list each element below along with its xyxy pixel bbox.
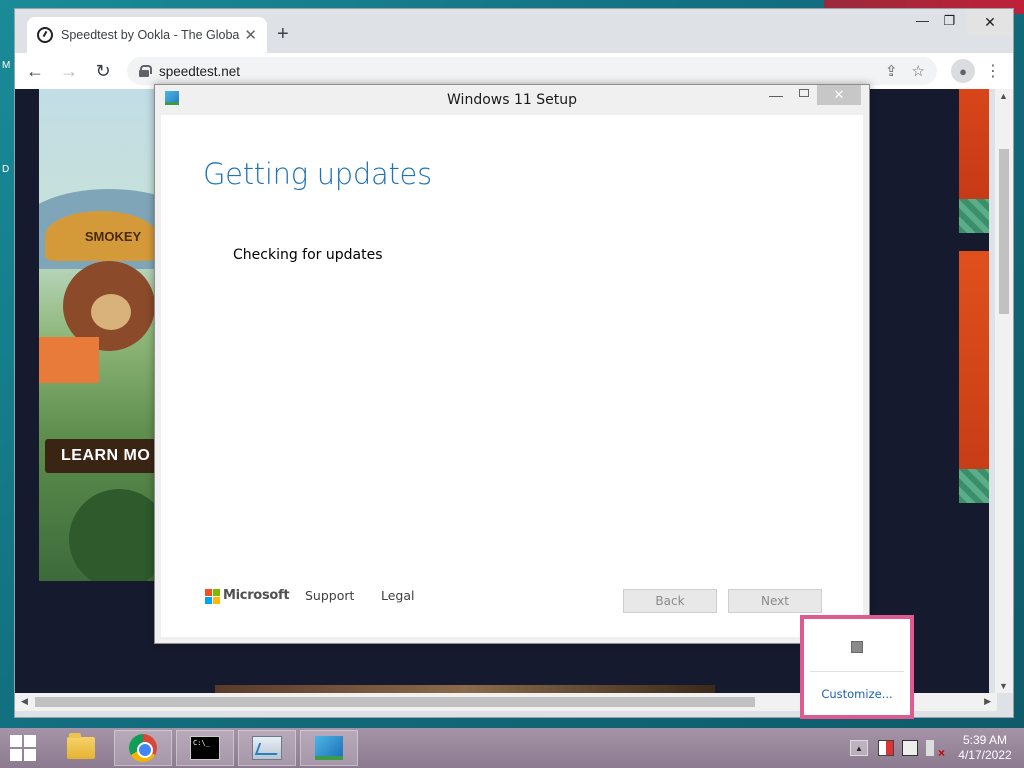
scroll-up-icon[interactable]: ▲ bbox=[999, 91, 1008, 101]
minimize-button[interactable]: — bbox=[916, 13, 929, 28]
clock-time: 5:39 AM bbox=[962, 733, 1008, 747]
setup-content: Getting updates Checking for updates Mic… bbox=[161, 115, 863, 637]
start-button[interactable] bbox=[8, 734, 38, 762]
desktop-icon-label-d: D bbox=[2, 164, 10, 175]
learn-more-button[interactable]: LEARN MO bbox=[45, 439, 157, 473]
maximize-button[interactable]: ❐ bbox=[943, 13, 955, 29]
tray-hidden-icons bbox=[810, 623, 904, 671]
new-tab-button[interactable]: + bbox=[277, 23, 289, 46]
address-bar[interactable]: speedtest.net ⇪ ☆ bbox=[127, 57, 937, 85]
back-arrow-icon[interactable]: ← bbox=[21, 57, 49, 85]
scroll-right-icon[interactable]: ▶ bbox=[984, 696, 991, 707]
setup-window-title: Windows 11 Setup bbox=[447, 92, 577, 108]
speedtest-favicon-icon bbox=[37, 27, 53, 43]
setup-minimize-button[interactable]: — bbox=[769, 87, 783, 103]
page-bottom-image bbox=[215, 685, 715, 693]
windows-11-setup-dialog: Windows 11 Setup — ✕ Getting updates Che… bbox=[154, 84, 870, 644]
menu-icon[interactable]: ⋮ bbox=[985, 61, 1001, 81]
setup-status-text: Checking for updates bbox=[233, 247, 383, 263]
taskbar-chrome[interactable] bbox=[114, 730, 172, 766]
ad-house bbox=[39, 337, 99, 383]
tab-strip: Speedtest by Ookla - The Global ✕ + — ❐ … bbox=[15, 9, 1013, 53]
volume-muted-icon[interactable] bbox=[926, 740, 945, 760]
chrome-icon bbox=[129, 734, 157, 762]
forward-arrow-icon[interactable]: → bbox=[55, 57, 83, 85]
system-tray: ▲ 5:39 AM 4/17/2022 bbox=[850, 728, 1024, 768]
taskbar: C:\_ ▲ 5:39 AM 4/17/2022 bbox=[0, 728, 1024, 768]
legal-link[interactable]: Legal bbox=[381, 588, 415, 603]
microsoft-squares-icon bbox=[205, 588, 220, 604]
microsoft-brand-text: Microsoft bbox=[223, 588, 290, 603]
setup-close-button[interactable]: ✕ bbox=[817, 85, 861, 105]
next-button[interactable]: Next bbox=[728, 589, 822, 613]
vertical-scrollbar[interactable]: ▲ ▼ bbox=[995, 89, 1013, 693]
share-icon[interactable]: ⇪ bbox=[885, 62, 898, 80]
taskbar-windows-11-setup[interactable] bbox=[300, 730, 358, 766]
ad-hat-text: SMOKEY bbox=[84, 229, 142, 244]
profile-icon[interactable]: ● bbox=[951, 59, 975, 83]
ad-bear-snout bbox=[91, 294, 131, 330]
star-icon[interactable]: ☆ bbox=[912, 62, 925, 80]
command-prompt-icon: C:\_ bbox=[190, 736, 220, 760]
setup-heading: Getting updates bbox=[203, 157, 432, 191]
tab-close-icon[interactable]: ✕ bbox=[244, 26, 257, 44]
support-link[interactable]: Support bbox=[305, 588, 354, 603]
action-center-flag-icon[interactable] bbox=[878, 740, 894, 756]
scroll-left-icon[interactable]: ◀ bbox=[21, 696, 28, 707]
ad-tree bbox=[69, 489, 157, 581]
setup-maximize-button[interactable] bbox=[799, 89, 809, 97]
setup-titlebar[interactable]: Windows 11 Setup — ✕ bbox=[155, 85, 869, 115]
clock-date: 4/17/2022 bbox=[958, 748, 1012, 762]
network-icon[interactable] bbox=[902, 740, 918, 756]
taskbar-file-explorer[interactable] bbox=[52, 730, 110, 766]
scroll-down-icon[interactable]: ▼ bbox=[999, 681, 1008, 691]
right-side-ad[interactable] bbox=[959, 89, 989, 693]
back-button[interactable]: Back bbox=[623, 589, 717, 613]
setup-icon bbox=[315, 736, 343, 760]
desktop-icon-label-m: M bbox=[2, 60, 11, 71]
folder-icon bbox=[67, 733, 95, 759]
taskbar-command-prompt[interactable]: C:\_ bbox=[176, 730, 234, 766]
setup-app-icon bbox=[165, 91, 179, 105]
url-text: speedtest.net bbox=[159, 63, 241, 79]
horizontal-scroll-thumb[interactable] bbox=[35, 697, 755, 707]
hidden-tray-app-icon[interactable] bbox=[851, 641, 863, 653]
reload-icon[interactable]: ↻ bbox=[89, 57, 117, 85]
smokey-bear-ad[interactable]: SMOKEY LEARN MO bbox=[39, 89, 157, 581]
tray-popup-divider bbox=[810, 671, 904, 672]
close-window-button[interactable]: ✕ bbox=[967, 9, 1013, 35]
tray-overflow-popup: Customize... bbox=[800, 615, 914, 719]
resource-monitor-icon bbox=[252, 736, 282, 760]
taskbar-resource-monitor[interactable] bbox=[238, 730, 296, 766]
vertical-scroll-thumb[interactable] bbox=[999, 149, 1009, 314]
show-hidden-icons-button[interactable]: ▲ bbox=[850, 740, 868, 756]
customize-link[interactable]: Customize... bbox=[804, 687, 910, 701]
tab-title: Speedtest by Ookla - The Global bbox=[61, 28, 241, 42]
microsoft-logo: Microsoft bbox=[205, 588, 290, 604]
clock[interactable]: 5:39 AM 4/17/2022 bbox=[950, 733, 1020, 763]
lock-icon[interactable] bbox=[139, 65, 152, 77]
browser-tab[interactable]: Speedtest by Ookla - The Global ✕ bbox=[27, 17, 267, 53]
